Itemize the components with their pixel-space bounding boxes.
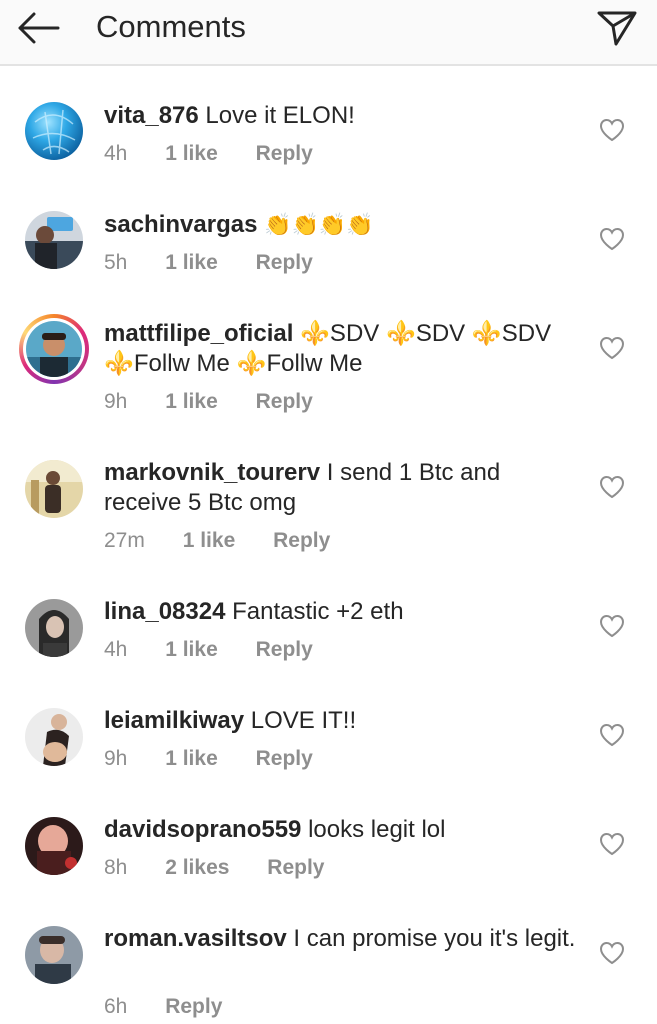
comment-time: 5h bbox=[104, 251, 128, 274]
comment-likes[interactable]: 1 like bbox=[165, 389, 218, 415]
back-button[interactable] bbox=[14, 8, 62, 48]
reply-button[interactable]: Reply bbox=[256, 637, 313, 663]
heart-icon[interactable] bbox=[599, 227, 625, 251]
reply-button[interactable]: Reply bbox=[267, 855, 324, 881]
comment-username[interactable]: lina_08324 bbox=[104, 598, 225, 625]
avatar[interactable] bbox=[25, 211, 83, 269]
comment-meta: 5h 1 like Reply bbox=[104, 250, 313, 276]
comment-meta: 9h 1 like Reply bbox=[104, 746, 313, 772]
comment-body: Fantastic +2 eth bbox=[232, 598, 404, 625]
comment-text: markovnik_tourerv I send 1 Btc and recei… bbox=[104, 458, 584, 518]
comment-time: 8h bbox=[104, 856, 128, 879]
page-title: Comments bbox=[96, 9, 246, 44]
comment-meta: 27m 1 like Reply bbox=[104, 528, 330, 554]
reply-button[interactable]: Reply bbox=[256, 250, 313, 276]
share-button[interactable] bbox=[596, 6, 638, 48]
heart-icon[interactable] bbox=[599, 614, 625, 638]
heart-icon[interactable] bbox=[599, 118, 625, 142]
reply-button[interactable]: Reply bbox=[165, 994, 222, 1020]
comment-username[interactable]: leiamilkiway bbox=[104, 707, 244, 734]
comment-text: lina_08324 Fantastic +2 eth bbox=[104, 597, 584, 627]
comment-body: Love it ELON! bbox=[205, 102, 355, 129]
comment-text: sachinvargas 👏👏👏👏 bbox=[104, 210, 584, 240]
comment-body: looks legit lol bbox=[308, 816, 446, 843]
comment-text: mattfilipe_oficial ⚜️SDV ⚜️SDV ⚜️SDV ⚜️F… bbox=[104, 319, 584, 379]
avatar[interactable] bbox=[25, 926, 83, 984]
avatar[interactable] bbox=[25, 817, 83, 875]
comment-likes[interactable]: 1 like bbox=[165, 141, 218, 167]
comment-likes[interactable]: 2 likes bbox=[165, 855, 229, 881]
comment-username[interactable]: davidsoprano559 bbox=[104, 816, 301, 843]
arrow-left-icon bbox=[18, 12, 60, 44]
comment-time: 9h bbox=[104, 390, 128, 413]
avatar[interactable] bbox=[25, 460, 83, 518]
comment-body: 👏👏👏👏 bbox=[264, 212, 374, 237]
comment-item: davidsoprano559 looks legit lol 8h 2 lik… bbox=[0, 814, 657, 904]
comment-meta: 4h 1 like Reply bbox=[104, 637, 313, 663]
avatar[interactable] bbox=[25, 708, 83, 766]
comment-username[interactable]: roman.vasiltsov bbox=[104, 925, 287, 952]
heart-icon[interactable] bbox=[599, 336, 625, 360]
comment-meta: 6h Reply bbox=[104, 994, 222, 1020]
comment-meta: 9h 1 like Reply bbox=[104, 389, 313, 415]
comment-username[interactable]: sachinvargas bbox=[104, 211, 257, 238]
comment-body: I can promise you it's legit. bbox=[293, 925, 576, 952]
comment-meta: 8h 2 likes Reply bbox=[104, 855, 324, 881]
reply-button[interactable]: Reply bbox=[256, 141, 313, 167]
comment-item: vita_876 Love it ELON! 4h 1 like Reply bbox=[0, 100, 657, 190]
comment-time: 4h bbox=[104, 142, 128, 165]
paper-plane-icon bbox=[597, 11, 637, 46]
heart-icon[interactable] bbox=[599, 832, 625, 856]
comment-likes[interactable]: 1 like bbox=[165, 746, 218, 772]
story-avatar[interactable] bbox=[19, 314, 89, 384]
reply-button[interactable]: Reply bbox=[256, 746, 313, 772]
heart-icon[interactable] bbox=[599, 475, 625, 499]
comment-likes[interactable]: 1 like bbox=[183, 528, 236, 554]
comment-item: markovnik_tourerv I send 1 Btc and recei… bbox=[0, 457, 657, 557]
reply-button[interactable]: Reply bbox=[256, 389, 313, 415]
comment-item: sachinvargas 👏👏👏👏 5h 1 like Reply bbox=[0, 209, 657, 299]
comment-likes[interactable]: 1 like bbox=[165, 637, 218, 663]
comment-text: vita_876 Love it ELON! bbox=[104, 101, 584, 131]
heart-icon[interactable] bbox=[599, 941, 625, 965]
comment-username[interactable]: markovnik_tourerv bbox=[104, 459, 320, 486]
avatar[interactable] bbox=[25, 102, 83, 160]
comment-likes[interactable]: 1 like bbox=[165, 250, 218, 276]
comment-meta: 4h 1 like Reply bbox=[104, 141, 313, 167]
comment-item: roman.vasiltsov I can promise you it's l… bbox=[0, 923, 657, 1024]
comment-username[interactable]: mattfilipe_oficial bbox=[104, 320, 293, 347]
comment-item: lina_08324 Fantastic +2 eth 4h 1 like Re… bbox=[0, 596, 657, 686]
comment-time: 9h bbox=[104, 747, 128, 770]
heart-icon[interactable] bbox=[599, 723, 625, 747]
comment-item: mattfilipe_oficial ⚜️SDV ⚜️SDV ⚜️SDV ⚜️F… bbox=[0, 314, 657, 418]
comment-username[interactable]: vita_876 bbox=[104, 102, 199, 129]
top-bar: Comments bbox=[0, 0, 657, 66]
comment-text: leiamilkiway LOVE IT!! bbox=[104, 706, 584, 736]
avatar[interactable] bbox=[25, 599, 83, 657]
reply-button[interactable]: Reply bbox=[273, 528, 330, 554]
comment-item: leiamilkiway LOVE IT!! 9h 1 like Reply bbox=[0, 705, 657, 795]
comment-body: LOVE IT!! bbox=[250, 707, 357, 734]
comment-text: davidsoprano559 looks legit lol bbox=[104, 815, 584, 845]
comment-time: 6h bbox=[104, 995, 128, 1018]
comment-time: 27m bbox=[104, 529, 145, 552]
comment-time: 4h bbox=[104, 638, 128, 661]
comment-text: roman.vasiltsov I can promise you it's l… bbox=[104, 924, 584, 954]
